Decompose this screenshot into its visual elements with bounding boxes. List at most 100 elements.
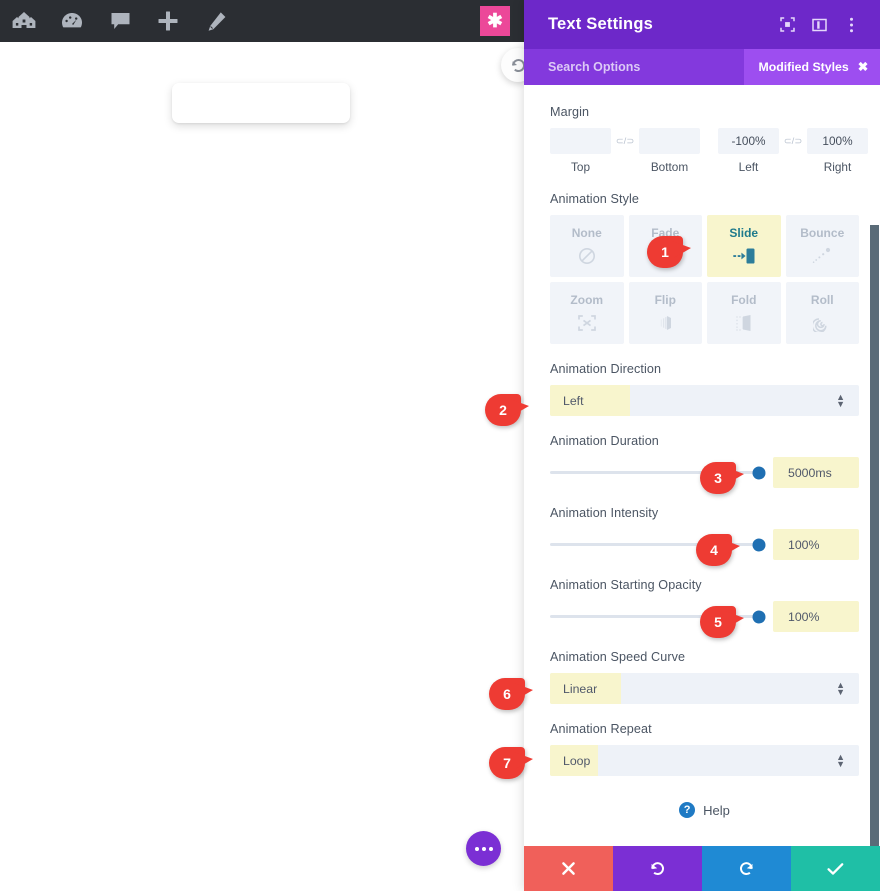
modified-styles-badge[interactable]: Modified Styles ✖ (744, 49, 880, 85)
modified-styles-label: Modified Styles (758, 60, 849, 74)
no-entry-icon (578, 245, 596, 267)
panel-footer (524, 846, 880, 891)
save-button[interactable] (791, 846, 880, 891)
animation-repeat-field: Animation Repeat Loop ▲ ▼ (550, 722, 859, 776)
slider-knob[interactable] (752, 538, 766, 551)
animation-option-roll-label: Roll (810, 292, 834, 307)
animation-duration-label: Animation Duration (550, 434, 659, 448)
margin-bottom-input[interactable] (639, 128, 700, 154)
link-icon-left-right[interactable]: ⊂/⊃ (779, 136, 807, 147)
animation-intensity-value[interactable]: 100% (773, 529, 859, 560)
slider-track (550, 471, 759, 474)
margin-left-right-labels: Left Right (718, 160, 868, 174)
expand-view-icon[interactable] (772, 10, 802, 40)
panel-search-bar: Search Options Modified Styles ✖ (524, 49, 880, 85)
animation-option-fade[interactable]: Fade (628, 215, 702, 277)
page-title: Text Settings (548, 15, 653, 33)
star-icon: ✱ (487, 10, 503, 32)
animation-speed-curve-select[interactable]: Linear ▲ ▼ (550, 673, 859, 704)
margin-right-input[interactable]: 100% (807, 128, 868, 154)
animation-option-zoom[interactable]: Zoom (550, 282, 624, 344)
animation-duration-field: Animation Duration 5000ms (550, 434, 859, 488)
slider-knob[interactable] (752, 610, 766, 623)
animation-repeat-select[interactable]: Loop ▲ ▼ (550, 745, 859, 776)
dot-2-icon (481, 846, 486, 851)
dot-3-icon (488, 846, 493, 851)
add-module-icon[interactable] (144, 0, 192, 42)
animation-option-none[interactable]: None (550, 215, 624, 277)
panel-header: Text Settings (524, 0, 880, 49)
animation-repeat-label: Animation Repeat (550, 722, 652, 736)
animation-option-fold[interactable]: Fold (707, 282, 781, 344)
animation-duration-slider[interactable] (550, 462, 766, 484)
margin-top-label: Top (570, 160, 591, 174)
slider-knob[interactable] (752, 466, 766, 479)
animation-option-bounce[interactable]: Bounce (785, 215, 859, 277)
animation-speed-curve-field: Animation Speed Curve Linear ▲ ▼ (550, 650, 859, 704)
animation-starting-opacity-value[interactable]: 100% (773, 601, 859, 632)
animation-option-flip-label: Flip (654, 292, 676, 307)
close-icon[interactable]: ✖ (858, 60, 868, 74)
margin-field: Margin ⊂/⊃ Top Bottom -100% ⊂/⊃ 100% Lef… (550, 105, 868, 174)
margin-top-bottom-group: ⊂/⊃ (550, 128, 700, 154)
panel-header-icons (772, 10, 866, 40)
panel-body: Margin ⊂/⊃ Top Bottom -100% ⊂/⊃ 100% Lef… (524, 85, 880, 846)
animation-option-fade-label: Fade (651, 225, 680, 240)
animation-option-slide[interactable]: Slide (707, 215, 781, 277)
cancel-button[interactable] (524, 846, 613, 891)
slider-track (550, 543, 759, 546)
animation-speed-curve-label: Animation Speed Curve (550, 650, 686, 664)
redo-button[interactable] (702, 846, 791, 891)
panel-layout-icon[interactable] (804, 10, 834, 40)
animation-starting-opacity-row: 100% (550, 601, 859, 632)
animation-intensity-slider[interactable] (550, 534, 766, 556)
animation-speed-curve-value: Linear (563, 681, 598, 696)
chevron-updown-icon: ▲ ▼ (836, 751, 845, 769)
margin-left-right-group: -100% ⊂/⊃ 100% (718, 128, 868, 154)
animation-duration-value[interactable]: 5000ms (773, 457, 859, 488)
slide-icon (732, 245, 756, 267)
page-settings-fab-button[interactable] (466, 831, 501, 866)
comment-bubble-icon[interactable] (96, 0, 144, 42)
text-module-preview[interactable] (172, 83, 350, 123)
panel-scrollbar[interactable] (868, 225, 880, 846)
animation-option-flip[interactable]: Flip (628, 282, 702, 344)
animation-style-field: Animation Style None Fade Slide Bounce Z… (550, 192, 859, 344)
animation-option-bounce-label: Bounce (800, 225, 845, 240)
link-icon-top-bottom[interactable]: ⊂/⊃ (611, 136, 639, 147)
more-options-icon[interactable] (836, 10, 866, 40)
divi-star-badge[interactable]: ✱ (480, 6, 510, 36)
margin-bottom-label: Bottom (650, 160, 689, 174)
margin-left-label: Left (738, 160, 759, 174)
wireframe-view-icon[interactable] (0, 0, 48, 42)
animation-style-label: Animation Style (550, 192, 639, 206)
animation-direction-select[interactable]: Left ▲ ▼ (550, 385, 859, 416)
editor-top-toolbar: ✱ (0, 0, 524, 42)
margin-label: Margin (550, 105, 590, 119)
undo-button[interactable] (613, 846, 702, 891)
animation-option-roll[interactable]: Roll (785, 282, 859, 344)
fade-icon (656, 245, 674, 267)
help-link[interactable]: ? Help (550, 802, 859, 818)
dashboard-gauge-icon[interactable] (48, 0, 96, 42)
animation-option-zoom-label: Zoom (570, 292, 604, 307)
margin-inputs-row: ⊂/⊃ Top Bottom -100% ⊂/⊃ 100% Left Right (550, 128, 868, 174)
search-input[interactable]: Search Options (548, 60, 640, 74)
animation-starting-opacity-label: Animation Starting Opacity (550, 578, 702, 592)
text-settings-panel: Text Settings Search Options Modified St… (524, 0, 880, 891)
zoom-icon (577, 312, 597, 334)
margin-top-bottom-labels: Top Bottom (550, 160, 700, 174)
animation-direction-field: Animation Direction Left ▲ ▼ (550, 362, 859, 416)
animation-direction-value: Left (563, 393, 584, 408)
animation-duration-row: 5000ms (550, 457, 859, 488)
margin-left-input[interactable]: -100% (718, 128, 779, 154)
screen-root: ✱ Text Settings Search Options Modified … (0, 0, 880, 891)
animation-starting-opacity-slider[interactable] (550, 606, 766, 628)
panel-scrollbar-thumb[interactable] (870, 225, 879, 846)
margin-top-input[interactable] (550, 128, 611, 154)
edit-pencil-icon[interactable] (192, 0, 240, 42)
bounce-icon (812, 245, 832, 267)
fold-icon (734, 312, 754, 334)
page-canvas-area: ✱ (0, 0, 535, 891)
help-question-icon: ? (679, 802, 696, 818)
